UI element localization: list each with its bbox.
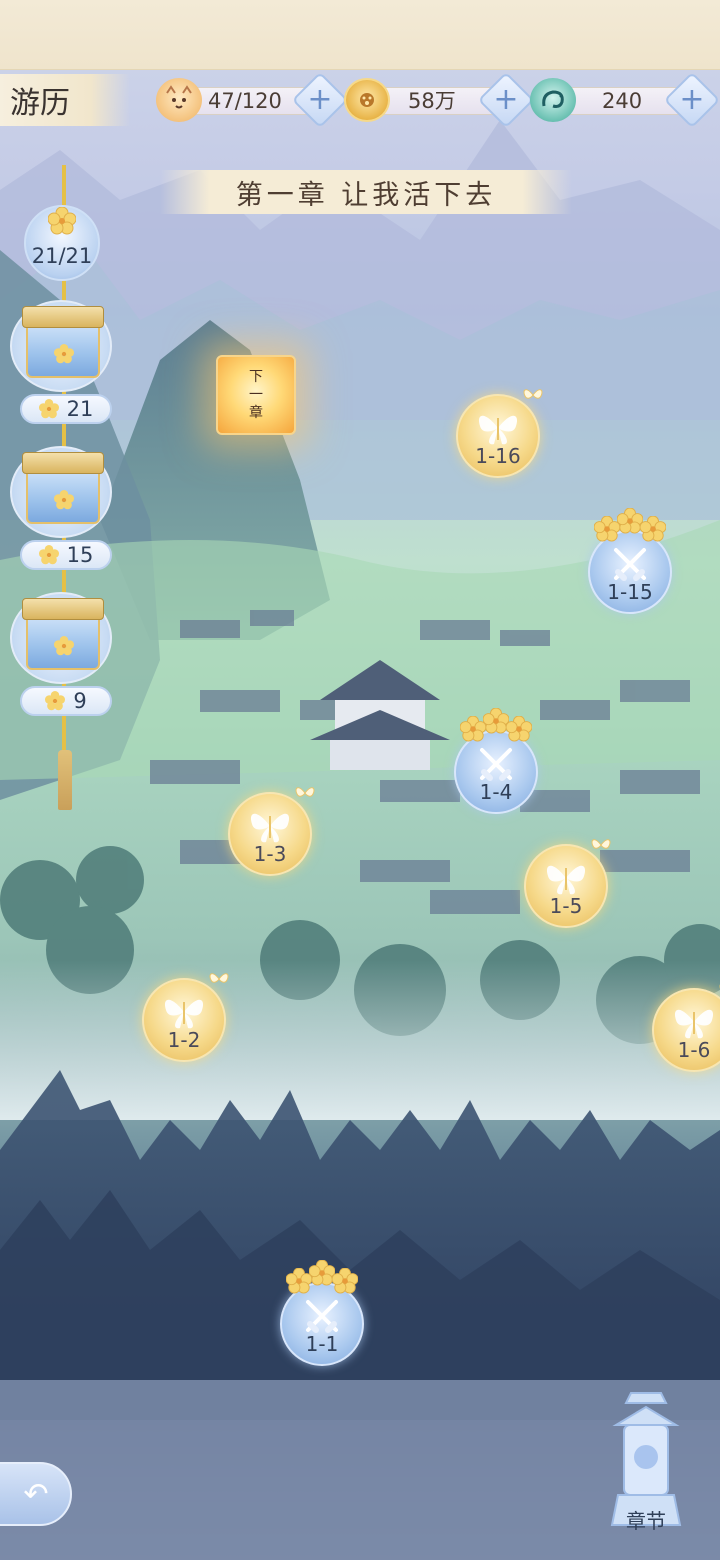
back-arrow-icon: ↶ [23, 1476, 49, 1512]
jade-value: 240 [602, 89, 643, 113]
chest-1-count: 21 [66, 397, 94, 421]
stage-node-1-15[interactable]: 1-15 [588, 507, 672, 618]
stage-node-1-16[interactable]: 1-16 [456, 389, 543, 482]
flower-icon [54, 490, 74, 510]
chest-3-requirement: 9 [20, 686, 112, 716]
chest-2-requirement: 15 [20, 540, 112, 570]
stage-label: 1-5 [549, 894, 583, 918]
flower-icon [54, 636, 74, 656]
coins-value: 58万 [408, 89, 456, 113]
resource-jade: 240 + [530, 71, 720, 129]
small-butterfly-icon [522, 384, 544, 406]
flower-icon [54, 344, 74, 364]
chapter-select-label: 章节 [626, 1509, 666, 1533]
stage-label: 1-4 [479, 780, 513, 804]
chapter-title-banner: 第一章 让我活下去 [160, 170, 572, 214]
progress-total-count: 21/21 [31, 244, 93, 268]
stage-label: 1-2 [167, 1028, 201, 1052]
header-band [0, 0, 720, 70]
stage-label: 1-15 [607, 580, 653, 604]
flower-icon [38, 545, 59, 565]
reward-chest-1[interactable] [10, 300, 112, 392]
flower-icon [639, 515, 667, 542]
flower-icon [48, 207, 76, 235]
small-butterfly-icon [590, 834, 612, 856]
chest-3-count: 9 [73, 689, 87, 713]
stage-star-flowers [285, 1259, 359, 1294]
tassel-ornament [58, 750, 72, 810]
chapter-select-button[interactable]: 章节 [596, 1385, 696, 1535]
coin-icon [344, 78, 390, 122]
small-butterfly-icon [294, 782, 316, 804]
small-butterfly-icon [208, 968, 230, 990]
add-jade-button[interactable]: + [663, 71, 720, 129]
stage-star-flowers [593, 507, 667, 542]
stamina-value: 47/120 [208, 89, 282, 113]
reward-chest-3[interactable] [10, 592, 112, 684]
stage-node-1-6[interactable]: 1-6 [652, 984, 720, 1076]
stage-node-1-1[interactable]: 1-1 [280, 1259, 364, 1370]
next-chapter-lantern[interactable]: 下一章 [216, 355, 296, 435]
stage-node-1-5[interactable]: 1-5 [524, 839, 611, 932]
flower-icon [45, 691, 66, 711]
stage-label: 1-3 [253, 842, 287, 866]
stage-node-1-4[interactable]: 1-4 [454, 707, 538, 818]
stage-node-1-3[interactable]: 1-3 [228, 787, 315, 880]
back-button[interactable]: ↶ [0, 1462, 72, 1526]
next-chapter-label: 下一章 [249, 369, 263, 421]
resource-stamina: 47/120 + [150, 71, 349, 129]
page-title: 游历 [0, 74, 130, 126]
stage-label: 1-6 [677, 1038, 711, 1062]
stage-label: 1-1 [305, 1332, 339, 1356]
serpent-icon [530, 78, 576, 122]
add-stamina-button[interactable]: + [291, 71, 349, 129]
add-coins-button[interactable]: + [477, 71, 535, 129]
stage-star-flowers [459, 707, 533, 742]
resource-coins: 58万 + [342, 71, 535, 129]
flower-icon [38, 399, 59, 419]
reward-chest-2[interactable] [10, 446, 112, 538]
cat-face-icon [156, 78, 202, 122]
flower-icon [331, 1267, 359, 1294]
stage-node-1-2[interactable]: 1-2 [142, 973, 229, 1066]
stage-label: 1-16 [475, 444, 521, 468]
chest-1-requirement: 21 [20, 394, 112, 424]
flower-icon [505, 715, 533, 742]
chest-2-count: 15 [66, 543, 94, 567]
